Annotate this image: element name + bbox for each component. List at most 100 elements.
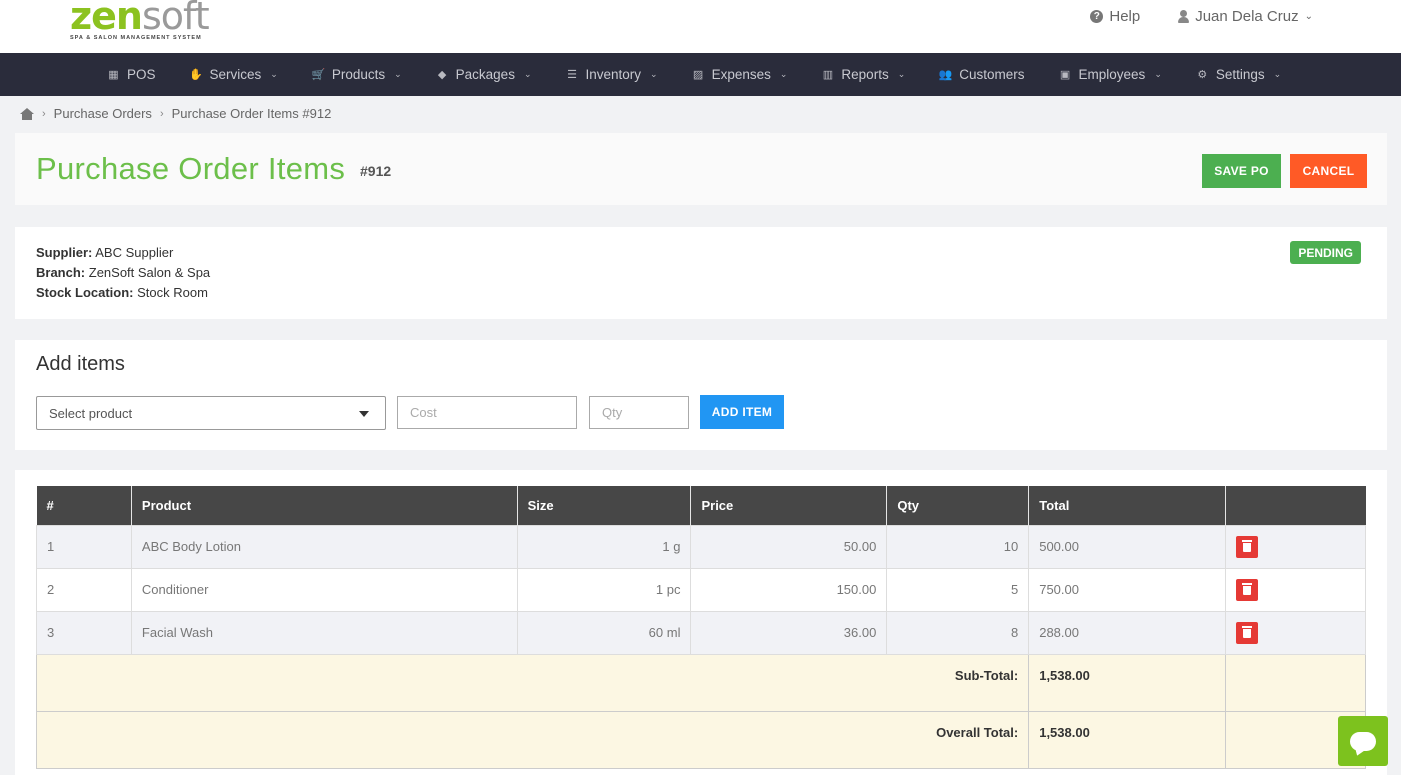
delete-row-button[interactable] bbox=[1236, 535, 1259, 558]
cell-product: ABC Body Lotion bbox=[130, 524, 518, 569]
home-icon[interactable] bbox=[20, 107, 34, 120]
branch-label: Branch: bbox=[36, 265, 86, 280]
nav-item-label: Reports bbox=[841, 67, 889, 82]
nav-item-customers[interactable]: 👥 Customers bbox=[922, 53, 1041, 96]
chevron-down-icon: ⌄ bbox=[523, 69, 532, 79]
save-po-button[interactable]: SAVE PO bbox=[1202, 154, 1281, 188]
help-link[interactable]: ? Help bbox=[1090, 8, 1140, 25]
breadcrumb: › Purchase Orders › Purchase Order Items… bbox=[20, 106, 331, 121]
caret-down-icon bbox=[359, 411, 369, 417]
supplier-info: Supplier: ABC Supplier bbox=[36, 245, 173, 260]
page-title: Purchase Order Items bbox=[36, 151, 346, 186]
cell-price: 36.00 bbox=[690, 610, 888, 655]
page-header-card: Purchase Order Items #912 SAVE PO CANCEL bbox=[15, 133, 1387, 205]
cell-size: 1 pc bbox=[516, 567, 692, 612]
question-circle-icon: ? bbox=[1090, 10, 1104, 23]
nav-item-label: Inventory bbox=[585, 67, 642, 82]
cell-size: 60 ml bbox=[516, 610, 692, 655]
briefcase-icon: ▣ bbox=[1059, 69, 1071, 81]
nav-item-expenses[interactable]: ▨ Expenses ⌄ bbox=[675, 53, 805, 96]
pos-icon: ▦ bbox=[108, 69, 119, 81]
cost-input[interactable]: Cost bbox=[397, 396, 577, 429]
nav-item-label: Settings bbox=[1215, 67, 1265, 82]
items-table: # Product Size Price Qty Total 1 ABC Bod… bbox=[35, 486, 1366, 769]
logo-wordmark: zensoft bbox=[70, 0, 210, 38]
chart-icon: ▥ bbox=[822, 69, 834, 81]
col-header-actions bbox=[1226, 486, 1366, 525]
qty-input[interactable]: Qty bbox=[589, 396, 689, 429]
chevron-down-icon: ⌄ bbox=[650, 69, 658, 79]
cell-total: 500.00 bbox=[1028, 524, 1227, 569]
chat-widget-button[interactable] bbox=[1338, 716, 1388, 766]
chevron-down-icon: ⌄ bbox=[779, 69, 788, 79]
cell-price: 150.00 bbox=[690, 567, 888, 612]
main-nav: ▦ POS ✋ Services ⌄ 🛒 Products ⌄ ◆ Packages ⌄ ☰ Inven… bbox=[0, 53, 1401, 96]
breadcrumb-current: Purchase Order Items #912 bbox=[171, 106, 332, 121]
cell-num: 1 bbox=[36, 524, 132, 569]
cell-qty: 8 bbox=[886, 610, 1030, 655]
breadcrumb-purchase-orders[interactable]: Purchase Orders bbox=[54, 106, 152, 121]
nav-item-label: POS bbox=[127, 67, 156, 82]
trash-icon bbox=[1242, 626, 1253, 638]
nav-item-label: Expenses bbox=[711, 67, 771, 82]
cell-total: 750.00 bbox=[1028, 567, 1227, 612]
supplier-label: Supplier: bbox=[36, 245, 93, 260]
product-select[interactable]: Select product bbox=[36, 396, 386, 430]
nav-item-label: Products bbox=[331, 67, 386, 82]
nav-item-label: Packages bbox=[455, 67, 515, 82]
nav-item-packages[interactable]: ◆ Packages ⌄ bbox=[419, 53, 549, 96]
add-items-title: Add items bbox=[36, 353, 125, 375]
cell-qty: 10 bbox=[886, 524, 1030, 569]
trash-icon bbox=[1242, 540, 1253, 552]
chevron-down-icon: ⌄ bbox=[1304, 11, 1313, 22]
branch-value: ZenSoft Salon & Spa bbox=[88, 265, 211, 280]
logo-zen: zen bbox=[70, 0, 143, 38]
nav-item-pos[interactable]: ▦ POS bbox=[90, 53, 173, 96]
chat-bubble-icon bbox=[1350, 731, 1376, 751]
delete-row-button[interactable] bbox=[1236, 578, 1259, 601]
col-header-total: Total bbox=[1028, 486, 1227, 525]
customers-icon: 👥 bbox=[938, 69, 953, 81]
chevron-down-icon: ⌄ bbox=[270, 69, 278, 79]
cell-product: Conditioner bbox=[130, 567, 518, 612]
user-icon bbox=[1178, 10, 1190, 23]
cell-qty: 5 bbox=[886, 567, 1030, 612]
zensoft-logo[interactable]: zensoft SPA & SALON MANAGEMENT SYSTEM bbox=[70, 0, 210, 41]
services-icon: ✋ bbox=[189, 69, 203, 81]
cancel-button[interactable]: CANCEL bbox=[1290, 154, 1367, 188]
chevron-down-icon: ⌄ bbox=[897, 69, 906, 79]
tag-icon: ◆ bbox=[437, 69, 447, 81]
table-header-row: # Product Size Price Qty Total bbox=[36, 486, 1366, 525]
expenses-icon: ▨ bbox=[692, 69, 704, 81]
nav-item-products[interactable]: 🛒 Products ⌄ bbox=[295, 53, 419, 96]
trash-icon bbox=[1242, 583, 1253, 595]
nav-item-inventory[interactable]: ☰ Inventory ⌄ bbox=[549, 53, 675, 96]
cell-num: 3 bbox=[36, 610, 132, 655]
nav-item-label: Employees bbox=[1078, 67, 1146, 82]
cell-actions bbox=[1225, 524, 1366, 569]
overall-total-value: 1,538.00 bbox=[1028, 710, 1227, 769]
overall-total-label: Overall Total: bbox=[35, 710, 1030, 769]
supplier-value: ABC Supplier bbox=[95, 245, 174, 260]
table-row: 3 Facial Wash 60 ml 36.00 8 288.00 bbox=[36, 610, 1366, 655]
product-select-value: Select product bbox=[49, 405, 133, 421]
logo-soft: soft bbox=[141, 0, 210, 38]
cell-price: 50.00 bbox=[690, 524, 888, 569]
cell-total: 288.00 bbox=[1028, 610, 1227, 655]
help-label: Help bbox=[1109, 8, 1141, 25]
nav-item-services[interactable]: ✋ Services ⌄ bbox=[173, 53, 295, 96]
user-name: Juan Dela Cruz bbox=[1195, 8, 1299, 25]
location-info: Stock Location: Stock Room bbox=[36, 285, 208, 300]
col-header-price: Price bbox=[690, 486, 888, 525]
location-value: Stock Room bbox=[137, 285, 208, 300]
nav-item-label: Customers bbox=[959, 67, 1025, 82]
nav-item-employees[interactable]: ▣ Employees ⌄ bbox=[1042, 53, 1179, 96]
delete-row-button[interactable] bbox=[1236, 621, 1259, 644]
location-label: Stock Location: bbox=[36, 285, 134, 300]
cell-num: 2 bbox=[36, 567, 132, 612]
user-menu[interactable]: Juan Dela Cruz ⌄ bbox=[1178, 8, 1313, 25]
nav-item-reports[interactable]: ▥ Reports ⌄ bbox=[804, 53, 922, 96]
add-item-button[interactable]: ADD ITEM bbox=[700, 395, 784, 429]
subtotal-label: Sub-Total: bbox=[35, 653, 1030, 712]
nav-item-settings[interactable]: ⚙ Settings ⌄ bbox=[1179, 53, 1298, 96]
